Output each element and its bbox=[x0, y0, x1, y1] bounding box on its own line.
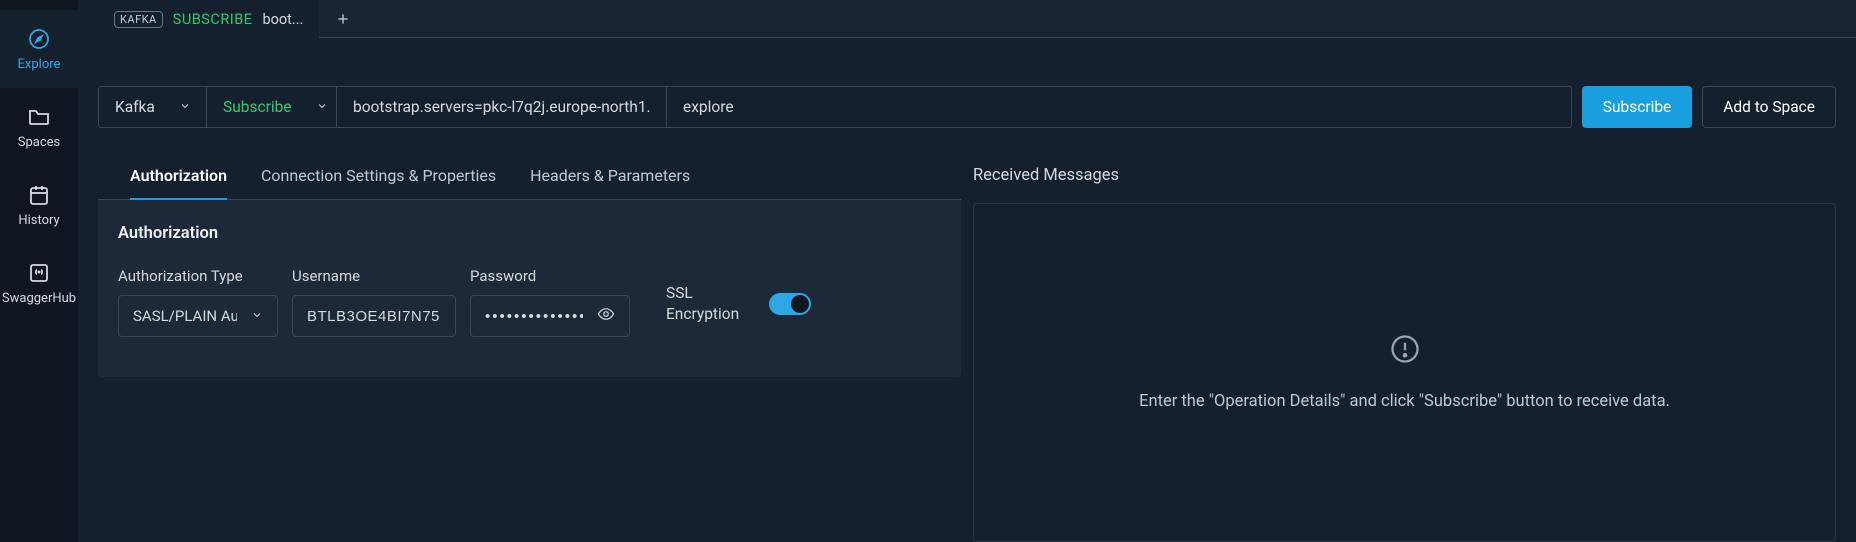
tab-title-label: boot... bbox=[263, 11, 304, 28]
sidebar-item-spaces[interactable]: Spaces bbox=[0, 88, 78, 166]
password-input-wrapper bbox=[470, 295, 630, 337]
subscribe-button-label: Subscribe bbox=[1603, 98, 1672, 116]
sidebar-item-explore[interactable]: Explore bbox=[0, 10, 78, 88]
auth-type-select[interactable]: SASL/PLAIN Aut bbox=[118, 295, 278, 337]
protocol-selector[interactable]: Kafka bbox=[99, 87, 207, 127]
content-area: Kafka Subscribe bootstrap.servers=pkc-l7… bbox=[78, 38, 1856, 542]
auth-type-value: SASL/PLAIN Aut bbox=[133, 307, 237, 325]
method-value: Subscribe bbox=[223, 98, 292, 116]
username-input[interactable] bbox=[307, 308, 441, 325]
swaggerhub-icon bbox=[27, 261, 51, 285]
sidebar-item-history[interactable]: History bbox=[0, 166, 78, 244]
auth-type-label: Authorization Type bbox=[118, 267, 278, 285]
section-title: Authorization bbox=[118, 224, 941, 243]
auth-form-row: Authorization Type SASL/PLAIN Aut Userna… bbox=[118, 267, 941, 337]
authorization-section: Authorization Authorization Type SASL/PL… bbox=[98, 200, 961, 377]
chevron-down-icon bbox=[316, 98, 328, 116]
username-label: Username bbox=[292, 267, 456, 285]
received-body: Enter the "Operation Details" and click … bbox=[973, 203, 1836, 542]
subscribe-button[interactable]: Subscribe bbox=[1582, 86, 1693, 128]
panels: Authorization Connection Settings & Prop… bbox=[98, 156, 1836, 542]
main-area: KAFKA SUBSCRIBE boot... Kafka bbox=[78, 0, 1856, 542]
password-input[interactable] bbox=[485, 308, 583, 325]
tab-spacer bbox=[78, 0, 98, 38]
received-empty-message: Enter the "Operation Details" and click … bbox=[1139, 392, 1670, 411]
new-tab-button[interactable] bbox=[319, 11, 367, 27]
sidebar-item-label: History bbox=[18, 213, 59, 228]
operation-input-group: Kafka Subscribe bootstrap.servers=pkc-l7… bbox=[98, 86, 1572, 128]
method-selector[interactable]: Subscribe bbox=[207, 87, 337, 127]
add-to-space-button[interactable]: Add to Space bbox=[1702, 86, 1836, 128]
chevron-down-icon bbox=[251, 307, 263, 325]
sidebar-item-label: SwaggerHub bbox=[2, 291, 76, 306]
chevron-down-icon bbox=[179, 98, 191, 116]
username-input-wrapper bbox=[292, 295, 456, 337]
folder-icon bbox=[27, 105, 51, 129]
config-tabs: Authorization Connection Settings & Prop… bbox=[98, 156, 961, 200]
sidebar-item-label: Spaces bbox=[18, 135, 61, 150]
bootstrap-servers-input[interactable]: bootstrap.servers=pkc-l7q2j.europe-north… bbox=[337, 87, 667, 127]
sidebar-item-label: Explore bbox=[18, 57, 61, 72]
username-field: Username bbox=[292, 267, 456, 337]
ssl-label: SSL Encryption bbox=[666, 283, 739, 325]
tab-connection-settings[interactable]: Connection Settings & Properties bbox=[261, 156, 496, 199]
received-panel: Received Messages Enter the "Operation D… bbox=[973, 156, 1836, 542]
auth-type-field: Authorization Type SASL/PLAIN Aut bbox=[118, 267, 278, 337]
compass-icon bbox=[27, 27, 51, 51]
tab-authorization[interactable]: Authorization bbox=[130, 156, 227, 199]
topic-input[interactable]: explore bbox=[667, 87, 1571, 127]
protocol-badge: KAFKA bbox=[114, 11, 163, 28]
add-to-space-button-label: Add to Space bbox=[1723, 98, 1815, 116]
tab-active[interactable]: KAFKA SUBSCRIBE boot... bbox=[98, 0, 319, 38]
tab-strip bbox=[319, 0, 1856, 38]
sidebar-item-swaggerhub[interactable]: SwaggerHub bbox=[0, 244, 78, 322]
config-panel: Authorization Connection Settings & Prop… bbox=[98, 156, 961, 542]
password-field: Password bbox=[470, 267, 630, 337]
tab-headers-parameters[interactable]: Headers & Parameters bbox=[530, 156, 690, 199]
received-title: Received Messages bbox=[973, 156, 1836, 203]
ssl-toggle[interactable] bbox=[769, 293, 811, 315]
calendar-icon bbox=[27, 183, 51, 207]
info-icon bbox=[1390, 334, 1420, 368]
protocol-value: Kafka bbox=[115, 98, 155, 116]
topic-value: explore bbox=[683, 98, 734, 116]
plus-icon bbox=[335, 11, 351, 27]
bootstrap-servers-value: bootstrap.servers=pkc-l7q2j.europe-north… bbox=[353, 98, 651, 116]
ssl-block: SSL Encryption bbox=[666, 283, 811, 325]
tab-method-label: SUBSCRIBE bbox=[173, 11, 253, 28]
ssl-label-line2: Encryption bbox=[666, 304, 739, 325]
eye-icon[interactable] bbox=[597, 305, 615, 327]
password-label: Password bbox=[470, 267, 630, 285]
tab-bar: KAFKA SUBSCRIBE boot... bbox=[78, 0, 1856, 38]
operation-bar: Kafka Subscribe bootstrap.servers=pkc-l7… bbox=[98, 86, 1836, 128]
app-sidebar: Explore Spaces History SwaggerHub bbox=[0, 0, 78, 542]
ssl-label-line1: SSL bbox=[666, 283, 739, 304]
